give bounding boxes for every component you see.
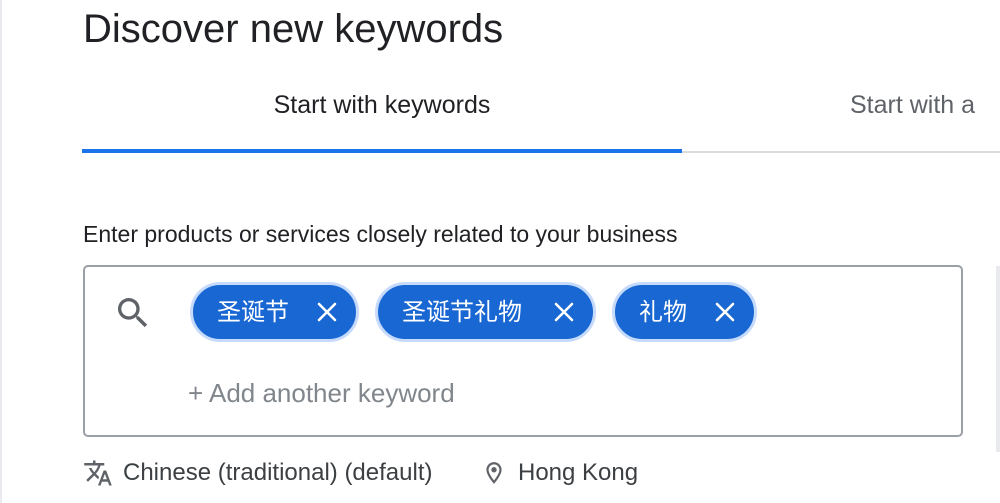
- page-title: Discover new keywords: [83, 7, 504, 51]
- tab-start-with-website[interactable]: Start with a: [850, 70, 975, 152]
- adjacent-panel-edge: [996, 266, 1000, 452]
- keyword-input-box[interactable]: 圣诞节 圣诞节礼物 礼物 + Add another keyword: [83, 265, 963, 437]
- keyword-chip[interactable]: 礼物: [612, 282, 757, 342]
- language-setting[interactable]: Chinese (traditional) (default): [123, 456, 432, 490]
- close-icon[interactable]: [713, 300, 737, 324]
- tab-start-with-keywords[interactable]: Start with keywords: [82, 70, 682, 152]
- left-divider: [0, 0, 2, 503]
- location-setting[interactable]: Hong Kong: [518, 456, 638, 490]
- tab-bar: Start with keywords Start with a: [82, 70, 1000, 154]
- add-keyword-input[interactable]: + Add another keyword: [188, 375, 455, 411]
- keyword-chip[interactable]: 圣诞节: [190, 282, 359, 342]
- keyword-input-label: Enter products or services closely relat…: [83, 221, 678, 247]
- keyword-chip-label: 圣诞节: [217, 298, 289, 326]
- close-icon[interactable]: [552, 300, 576, 324]
- active-tab-indicator: [82, 149, 682, 153]
- translate-icon[interactable]: [83, 458, 113, 488]
- location-pin-icon[interactable]: [481, 459, 507, 487]
- keyword-chip-label: 圣诞节礼物: [402, 298, 522, 326]
- keyword-chip[interactable]: 圣诞节礼物: [375, 282, 596, 342]
- search-icon: [118, 298, 148, 328]
- close-icon[interactable]: [315, 300, 339, 324]
- keyword-chip-label: 礼物: [639, 298, 687, 326]
- keyword-planner-page: Discover new keywords Start with keyword…: [0, 0, 1000, 503]
